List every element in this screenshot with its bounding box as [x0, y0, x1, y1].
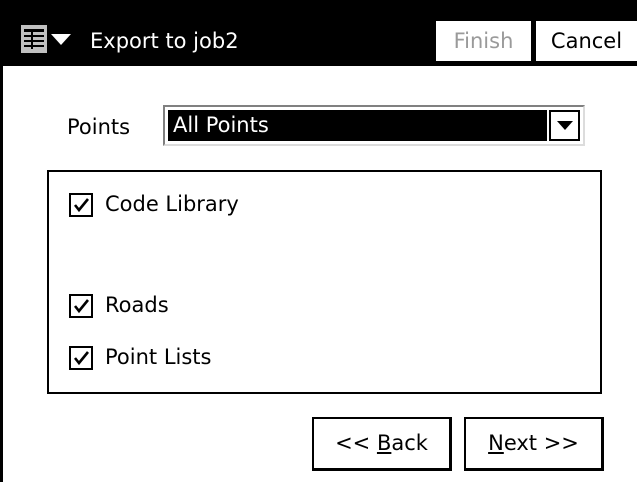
window-left-border	[0, 0, 3, 482]
next-label-rest: ext >>	[503, 431, 579, 455]
checkmark-icon	[73, 351, 90, 366]
next-accelerator: N	[488, 431, 504, 455]
checkmark-icon	[73, 198, 90, 213]
points-selected-value: All Points	[168, 110, 547, 141]
title-bar: Export to job2 Finish Cancel	[0, 0, 637, 66]
chevron-down-icon	[51, 34, 71, 45]
point-lists-checkbox[interactable]	[69, 346, 93, 370]
start-menu-icon	[21, 25, 47, 53]
back-accelerator: B	[376, 431, 392, 455]
checkmark-icon	[73, 299, 90, 314]
roads-checkbox[interactable]	[69, 294, 93, 318]
roads-label: Roads	[105, 293, 169, 317]
back-button[interactable]: << Back	[312, 417, 452, 471]
cancel-button[interactable]: Cancel	[536, 21, 637, 61]
export-options-group: Code Library Roads Point Lists	[47, 170, 602, 394]
back-label-rest: ack	[391, 431, 428, 455]
next-button[interactable]: Next >>	[464, 417, 604, 471]
start-menu-button[interactable]	[16, 22, 86, 60]
export-wizard-screen: Export to job2 Finish Cancel Points All …	[0, 0, 637, 482]
points-dropdown-arrow[interactable]	[549, 110, 580, 141]
code-library-label: Code Library	[105, 192, 239, 216]
points-dropdown[interactable]: All Points	[163, 105, 585, 146]
back-prefix: <<	[335, 431, 377, 455]
points-label: Points	[67, 115, 131, 139]
code-library-checkbox[interactable]	[69, 193, 93, 217]
chevron-down-icon	[557, 121, 573, 130]
window-title: Export to job2	[90, 29, 239, 53]
finish-button[interactable]: Finish	[436, 21, 531, 61]
point-lists-label: Point Lists	[105, 345, 212, 369]
